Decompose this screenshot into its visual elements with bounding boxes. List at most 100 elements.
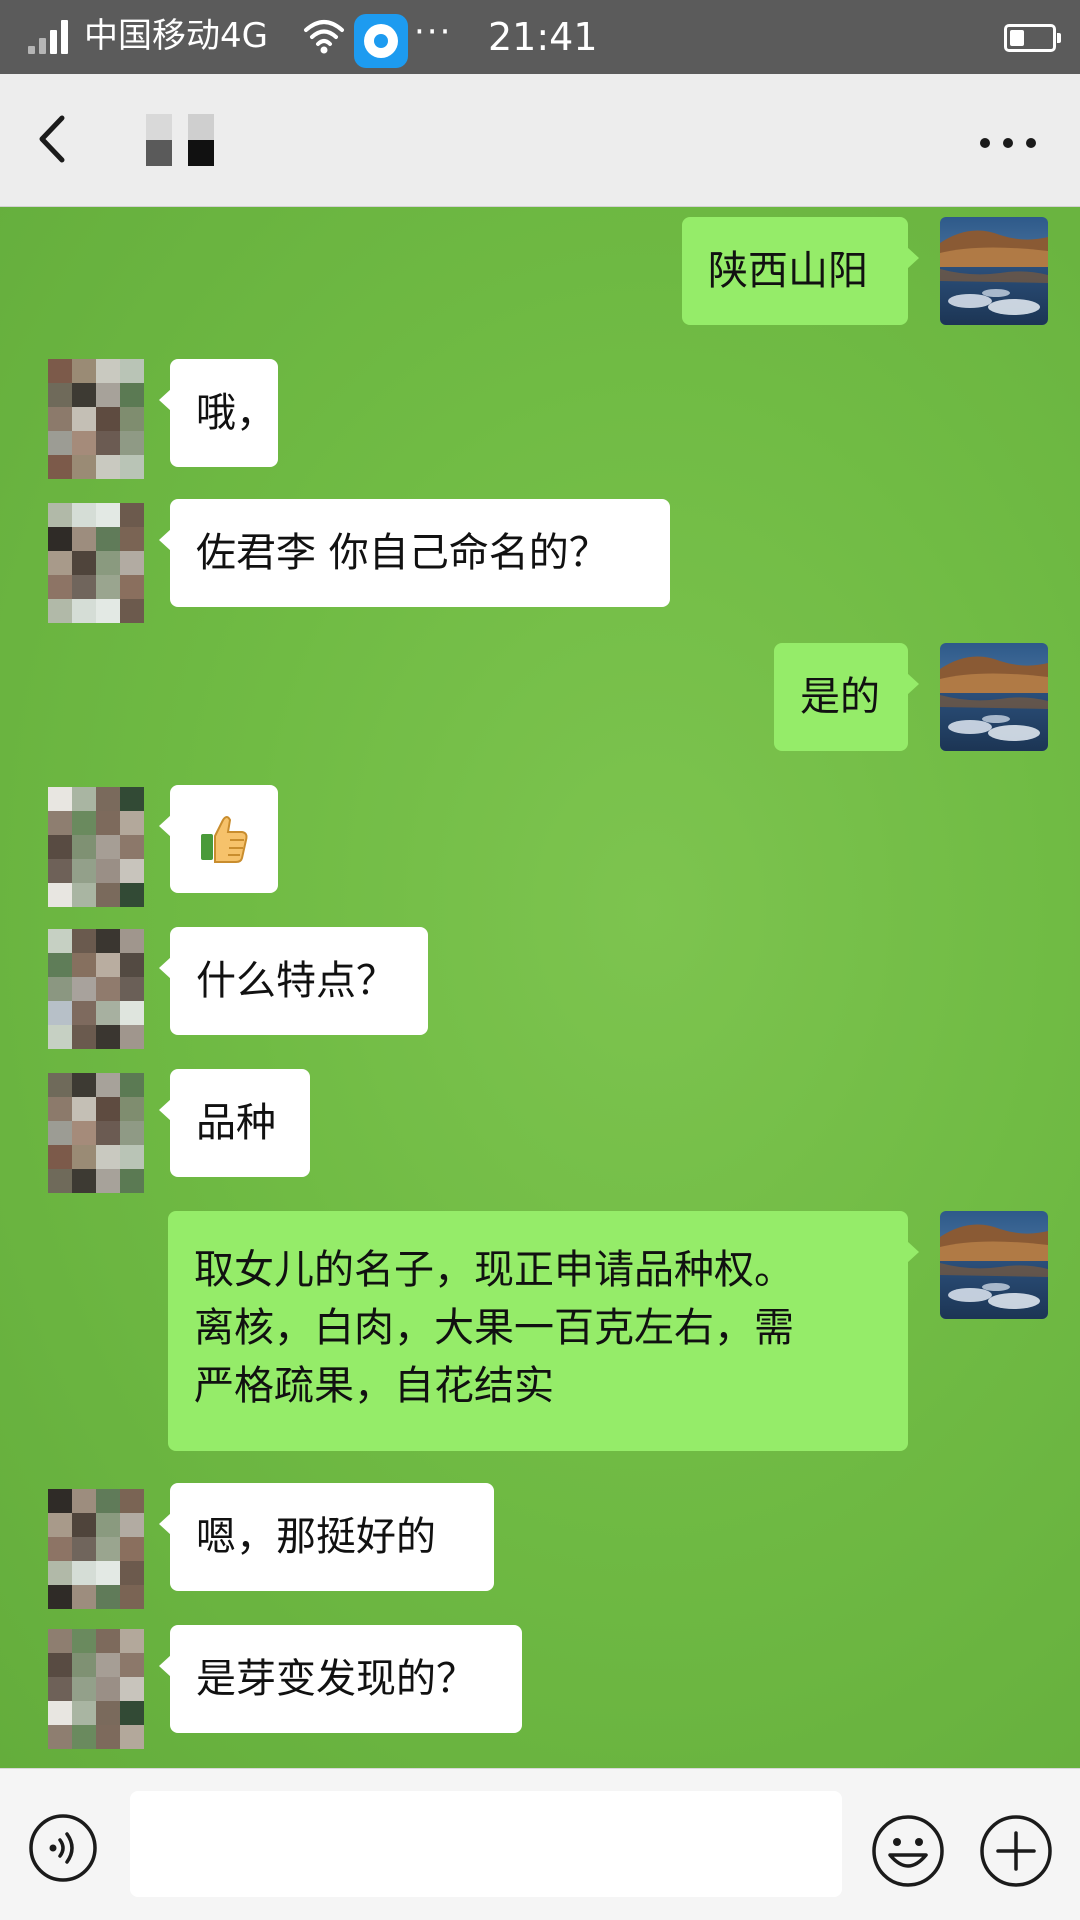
avatar-pixel <box>72 1629 96 1653</box>
landscape-image <box>940 217 1048 325</box>
avatar-pixel <box>96 1025 120 1049</box>
avatar-pixel <box>120 977 144 1001</box>
message-list: 陕西山阳 哦， 佐君李 你自己命名的？ 是的 什么特点？ 品种 取女儿的名子，现… <box>0 207 1080 1768</box>
avatar-pixel <box>120 1653 144 1677</box>
avatar-pixel <box>96 527 120 551</box>
avatar-contact[interactable] <box>48 787 144 907</box>
message-bubble[interactable]: 是芽变发现的？ <box>159 1625 522 1733</box>
avatar-pixel <box>48 1513 72 1537</box>
avatar-pixel <box>48 1489 72 1513</box>
chat-screen: 中国移动4G ··· 21:41 陕西山阳 哦， 佐君李 你自己命名的？ 是的 … <box>0 0 1080 1920</box>
input-bar <box>0 1768 1080 1920</box>
avatar-pixel <box>72 503 96 527</box>
avatar-pixel <box>96 1653 120 1677</box>
avatar-contact[interactable] <box>48 503 144 623</box>
avatar-pixel <box>48 431 72 455</box>
avatar-pixel <box>72 1073 96 1097</box>
battery-level <box>1010 30 1024 46</box>
avatar-pixel <box>72 527 96 551</box>
avatar-pixel <box>120 551 144 575</box>
avatar-pixel <box>96 811 120 835</box>
avatar-pixel <box>120 455 144 479</box>
avatar-pixel <box>72 811 96 835</box>
avatar-pixel <box>72 1725 96 1749</box>
avatar-self[interactable] <box>940 217 1048 325</box>
avatar-pixel <box>96 1629 120 1653</box>
add-icon[interactable] <box>978 1813 1054 1889</box>
avatar-pixel <box>48 527 72 551</box>
message-text: 是的 <box>800 674 880 720</box>
avatar-pixel <box>120 811 144 835</box>
avatar-pixel <box>48 1097 72 1121</box>
avatar-pixel <box>120 503 144 527</box>
avatar-pixel <box>72 883 96 907</box>
message-bubble[interactable]: 是的 <box>774 643 919 751</box>
avatar-pixel <box>120 431 144 455</box>
avatar-pixel <box>96 953 120 977</box>
avatar-pixel <box>120 359 144 383</box>
avatar-pixel <box>120 1121 144 1145</box>
battery-icon <box>1004 24 1061 52</box>
avatar-pixel <box>72 859 96 883</box>
avatar-pixel <box>72 1513 96 1537</box>
avatar-self[interactable] <box>940 1211 1048 1319</box>
message-input[interactable] <box>130 1791 842 1897</box>
avatar-pixel <box>72 1653 96 1677</box>
avatar-pixel <box>72 455 96 479</box>
message-bubble[interactable]: 嗯，那挺好的 <box>159 1483 494 1591</box>
avatar-pixel <box>120 859 144 883</box>
avatar-pixel <box>72 551 96 575</box>
avatar-pixel <box>48 359 72 383</box>
avatar-pixel <box>96 383 120 407</box>
avatar-contact[interactable] <box>48 1629 144 1749</box>
back-icon[interactable] <box>26 104 86 174</box>
avatar-pixel <box>120 929 144 953</box>
status-bar: 中国移动4G ··· 21:41 <box>0 0 1080 74</box>
avatar-pixel <box>96 835 120 859</box>
avatar-pixel <box>48 599 72 623</box>
avatar-pixel <box>120 883 144 907</box>
avatar-contact[interactable] <box>48 1073 144 1193</box>
avatar-pixel <box>48 383 72 407</box>
avatar-pixel <box>96 455 120 479</box>
voice-icon[interactable] <box>28 1813 98 1883</box>
avatar-pixel <box>96 1073 120 1097</box>
avatar-pixel <box>120 953 144 977</box>
message-bubble[interactable]: 陕西山阳 <box>682 217 919 325</box>
avatar-pixel <box>96 883 120 907</box>
avatar-pixel <box>120 407 144 431</box>
avatar-pixel <box>120 1489 144 1513</box>
message-bubble[interactable]: 佐君李 你自己命名的？ <box>159 499 670 607</box>
avatar-pixel <box>48 835 72 859</box>
avatar-pixel <box>120 1585 144 1609</box>
emoji-icon[interactable] <box>870 1813 946 1889</box>
avatar-self[interactable] <box>940 643 1048 751</box>
message-bubble[interactable]: 取女儿的名子，现正申请品种权。 离核，白肉，大果一百克左右，需 严格疏果，自花结… <box>168 1211 919 1451</box>
message-bubble[interactable]: 哦， <box>159 359 278 467</box>
more-options-icon[interactable] <box>972 112 1044 172</box>
message-text-line: 取女儿的名子，现正申请品种权。 <box>194 1247 794 1293</box>
avatar-pixel <box>96 575 120 599</box>
avatar-contact[interactable] <box>48 1489 144 1609</box>
message-text-line: 严格疏果，自花结实 <box>194 1363 554 1409</box>
avatar-pixel <box>48 503 72 527</box>
avatar-pixel <box>72 1121 96 1145</box>
avatar-pixel <box>96 1121 120 1145</box>
message-bubble[interactable] <box>159 785 278 893</box>
avatar-contact[interactable] <box>48 929 144 1049</box>
avatar-pixel <box>72 1677 96 1701</box>
avatar-pixel <box>48 407 72 431</box>
avatar-pixel <box>120 527 144 551</box>
avatar-pixel <box>72 1585 96 1609</box>
message-bubble[interactable]: 什么特点？ <box>159 927 428 1035</box>
avatar-pixel <box>96 1169 120 1193</box>
avatar-pixel <box>120 1145 144 1169</box>
avatar-pixel <box>48 1725 72 1749</box>
avatar-contact[interactable] <box>48 359 144 479</box>
avatar-pixel <box>48 859 72 883</box>
avatar-pixel <box>96 1585 120 1609</box>
message-bubble[interactable]: 品种 <box>159 1069 310 1177</box>
avatar-pixel <box>72 977 96 1001</box>
avatar-pixel <box>72 787 96 811</box>
avatar-pixel <box>96 1001 120 1025</box>
